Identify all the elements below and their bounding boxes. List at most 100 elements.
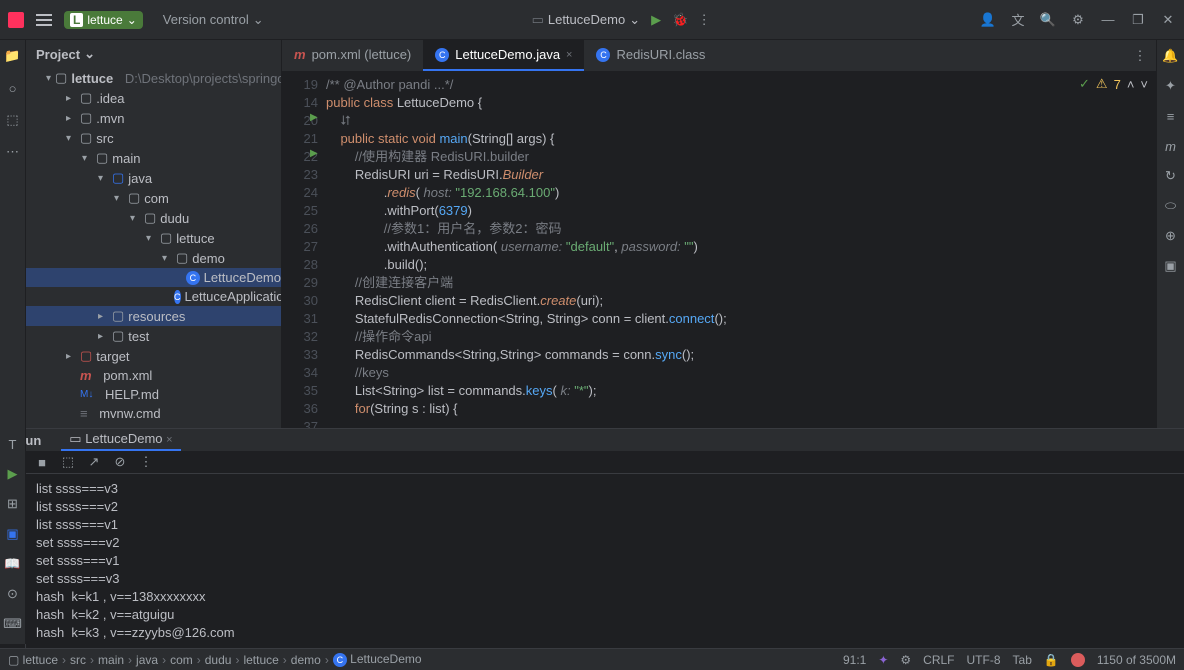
lock-icon[interactable]: 🔒 [1044,653,1059,667]
bc-item[interactable]: src [70,653,86,667]
bc-item[interactable]: C LettuceDemo [333,652,422,667]
tree-demo[interactable]: ▾▢demo [26,248,281,268]
chevron-down-icon: ⌄ [253,12,264,28]
left-tool-strip: 📁 ○ ⬚ ⋯ [0,40,26,428]
clock-icon[interactable]: ↻ [1163,168,1179,184]
maven-icon: m [80,368,92,383]
tab-lettuce-demo[interactable]: CLettuceDemo.java× [423,40,584,71]
tab-menu-icon[interactable]: ⋮ [1132,48,1148,64]
caret-position[interactable]: 91:1 [843,653,866,667]
bc-item[interactable]: ▢ lettuce [8,653,58,667]
run-tool-icon[interactable]: ▶ [5,466,21,482]
encoding[interactable]: UTF-8 [967,653,1001,667]
indent[interactable]: Tab [1013,653,1032,667]
console-output[interactable]: list ssss===v3 list ssss===v2 list ssss=… [26,474,1184,648]
tree-dudu[interactable]: ▾▢dudu [26,208,281,228]
commit-tool-icon[interactable]: ○ [5,80,21,96]
tab-redisuri[interactable]: CRedisURI.class [584,40,717,71]
run-toolbar: ↻ ■ ⬚ ↗ ⊘ ⋮ [0,451,1184,474]
check-icon: ✓ [1079,76,1090,92]
bc-item[interactable]: lettuce [243,653,278,667]
tree-target[interactable]: ▸▢target [26,346,281,366]
tree-lettuce-demo[interactable]: CLettuceDemo [26,268,281,287]
bc-item[interactable]: com [170,653,193,667]
bc-item[interactable]: demo [291,653,321,667]
chevron-up-icon[interactable]: ˄ [1127,77,1135,92]
bc-item[interactable]: java [136,653,158,667]
minimize-icon[interactable]: — [1100,12,1116,28]
tree-lettuce-app[interactable]: CLettuceApplication [26,287,281,306]
more-tool-icon[interactable]: ⋯ [5,144,21,160]
more-actions-button[interactable]: ⋮ [696,12,712,28]
java-class-icon: C [174,290,181,304]
tree-mvn[interactable]: ▸▢.mvn [26,108,281,128]
layout-icon[interactable]: ▣ [1163,258,1179,274]
main-menu-button[interactable] [32,10,56,30]
maven-icon[interactable]: m [1163,138,1179,154]
structure-tool-icon[interactable]: ⬚ [5,112,21,128]
ai-status-icon[interactable]: ⚙ [900,653,911,667]
project-panel-header[interactable]: Project ⌄ [26,40,281,68]
project-selector[interactable]: L lettuce ⌄ [64,11,143,29]
more-icon[interactable]: ⋮ [138,454,154,470]
terminal-icon[interactable]: ⌨ [5,616,21,632]
version-control-menu[interactable]: Version control ⌄ [163,12,264,28]
left-bottom-tools: T ▶ ⊞ ▣ 📖 ⊙ ⌨ [0,428,26,644]
stop-icon[interactable]: ■ [34,454,50,470]
run-config-selector[interactable]: ▭ LettuceDemo ⌄ [532,12,641,28]
run-config-tab[interactable]: ▭ LettuceDemo × [61,429,180,451]
tree-lettuce[interactable]: ▾▢lettuce [26,228,281,248]
tree-mvnwcmd[interactable]: ≡ mvnw.cmd [26,404,281,423]
tree-com[interactable]: ▾▢com [26,188,281,208]
tree-src[interactable]: ▾▢src [26,128,281,148]
tree-idea[interactable]: ▸▢.idea [26,88,281,108]
run-line-icon[interactable]: ▶ [310,148,318,159]
database-icon[interactable]: ≡ [1163,108,1179,124]
code-content[interactable]: /** @Author pandi ...*/ public class Let… [326,72,1156,428]
line-sep[interactable]: CRLF [923,653,954,667]
bc-item[interactable]: main [98,653,124,667]
search-icon[interactable]: 🔍 [1040,12,1056,28]
layout-icon[interactable]: ⬚ [60,454,76,470]
text-icon[interactable]: T [5,436,21,452]
tab-pom[interactable]: mpom.xml (lettuce) [282,40,423,71]
tree-help[interactable]: M↓ HELP.md [26,385,281,404]
close-icon[interactable]: × [166,434,172,446]
services-icon[interactable]: ⊞ [5,496,21,512]
app-logo [8,12,24,28]
error-indicator[interactable] [1071,653,1085,667]
bean-icon[interactable]: ⬭ [1163,198,1179,214]
chevron-down-icon[interactable]: ˅ [1140,77,1148,92]
run-line-icon[interactable]: ▶ [310,112,318,123]
filter-icon[interactable]: ⊘ [112,454,128,470]
tree-pom[interactable]: m pom.xml [26,366,281,385]
warning-icon: ⚠ [1096,76,1108,92]
tree-root[interactable]: ▾▢lettuce D:\Desktop\projects\springoot3… [26,68,281,88]
project-tool-icon[interactable]: 📁 [5,48,21,64]
translate-icon[interactable]: 文 [1010,12,1026,28]
copilot-icon[interactable]: ✦ [878,653,888,667]
close-tab-icon[interactable]: × [566,49,572,61]
tree-test[interactable]: ▸▢test [26,326,281,346]
export-icon[interactable]: ↗ [86,454,102,470]
build-icon[interactable]: ▣ [5,526,21,542]
tree-resources[interactable]: ▸▢resources [26,306,281,326]
maximize-icon[interactable]: ❐ [1130,12,1146,28]
problems-icon[interactable]: ⊙ [5,586,21,602]
memory-indicator[interactable]: 1150 of 3500M [1097,653,1176,667]
book-icon[interactable]: 📖 [5,556,21,572]
world-icon[interactable]: ⊕ [1163,228,1179,244]
code-editor[interactable]: 1914202122232425262728293031323334353637… [282,72,1156,428]
tree-main[interactable]: ▾▢main [26,148,281,168]
debug-button[interactable]: 🐞 [672,12,688,28]
close-icon[interactable]: ✕ [1160,12,1176,28]
settings-icon[interactable]: ⚙ [1070,12,1086,28]
inspection-widget[interactable]: ✓ ⚠ 7 ˄ ˅ [1079,76,1148,92]
code-with-me-icon[interactable]: 👤 [980,12,996,28]
run-button[interactable]: ▶ [648,12,664,28]
tree-mvnw[interactable]: ≡ mvnw [26,423,281,428]
bc-item[interactable]: dudu [205,653,232,667]
ai-icon[interactable]: ✦ [1163,78,1179,94]
tree-java[interactable]: ▾▢java [26,168,281,188]
notifications-icon[interactable]: 🔔 [1163,48,1179,64]
